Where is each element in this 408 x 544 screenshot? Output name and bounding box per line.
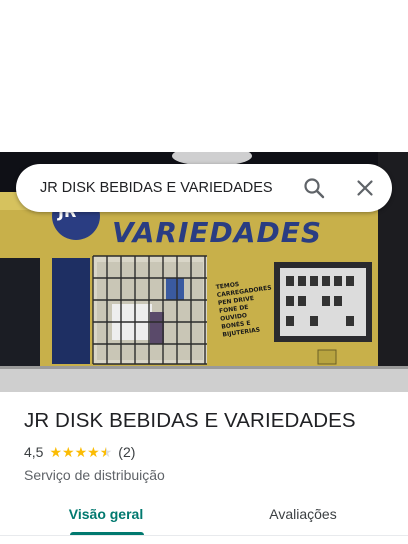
rating-value: 4,5 xyxy=(24,444,44,460)
search-bar[interactable]: JR DISK BEBIDAS E VARIEDADES xyxy=(16,164,392,212)
photo-products-list: TEMOS CARREGADORES PEN DRIVE FONE DE OUV… xyxy=(215,276,278,339)
star-icon: ★ xyxy=(74,444,88,460)
place-title: JR DISK BEBIDAS E VARIEDADES xyxy=(24,409,356,432)
rating-row[interactable]: 4,5 ★ ★ ★ ★ ★ (2) xyxy=(24,443,394,461)
rating-stars: ★ ★ ★ ★ ★ xyxy=(49,445,112,459)
place-info: JR DISK BEBIDAS E VARIEDADES 4,5 ★ ★ ★ ★… xyxy=(24,392,394,483)
star-icon: ★ xyxy=(49,444,63,460)
tab-overview[interactable]: Visão geral xyxy=(64,494,148,534)
star-half-icon: ★ xyxy=(99,444,113,460)
place-category[interactable]: Serviço de distribuição xyxy=(24,467,394,483)
tab-reviews[interactable]: Avaliações xyxy=(258,494,348,534)
place-tabs: Visão geral Avaliações xyxy=(0,494,408,538)
star-icon: ★ xyxy=(62,444,75,460)
close-icon[interactable] xyxy=(353,176,377,200)
review-count[interactable]: (2) xyxy=(118,444,135,460)
search-input[interactable]: JR DISK BEBIDAS E VARIEDADES xyxy=(40,164,273,212)
search-icon[interactable] xyxy=(302,176,326,200)
star-icon: ★ xyxy=(87,444,100,460)
tabs-divider xyxy=(0,535,408,536)
blank-header-area xyxy=(0,0,408,152)
photo-sign-text: VARIEDADES xyxy=(112,216,322,249)
